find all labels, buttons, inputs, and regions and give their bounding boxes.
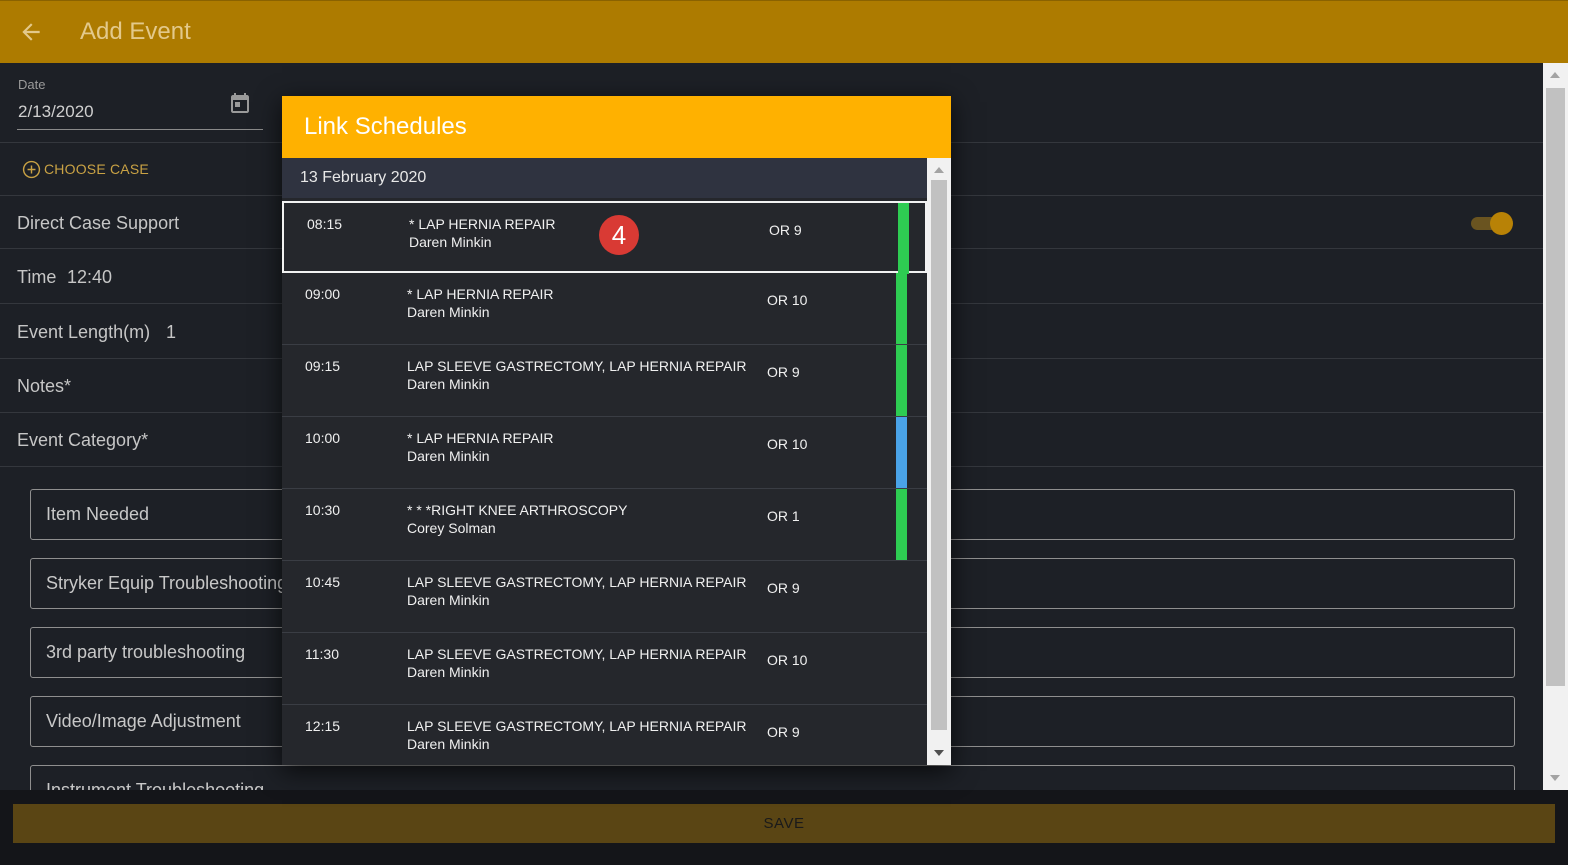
page-title: Add Event (80, 18, 191, 45)
event-category-label: Event Category* (17, 430, 149, 450)
category-label: Item Needed (46, 504, 150, 524)
scroll-down-arrow-icon[interactable] (934, 750, 944, 756)
schedule-doctor: Daren Minkin (407, 448, 490, 464)
schedule-time: 11:30 (305, 646, 339, 662)
schedule-procedure: LAP SLEEVE GASTRECTOMY, LAP HERNIA REPAI… (407, 646, 747, 662)
status-indicator (896, 273, 907, 344)
schedule-room: OR 10 (767, 292, 808, 308)
scroll-down-arrow-icon[interactable] (1550, 775, 1560, 781)
schedule-time: 09:15 (305, 358, 341, 374)
schedule-procedure: * LAP HERNIA REPAIR (409, 216, 556, 232)
schedule-time: 10:45 (305, 574, 341, 590)
schedule-procedure: LAP SLEEVE GASTRECTOMY, LAP HERNIA REPAI… (407, 718, 747, 734)
date-field[interactable]: 2/13/2020 (18, 102, 94, 122)
date-underline (17, 129, 263, 130)
category-label: Instrument Troubleshooting (46, 780, 265, 790)
notes-field[interactable]: Notes* (17, 376, 71, 397)
schedule-doctor: Daren Minkin (407, 664, 490, 680)
status-indicator (896, 489, 907, 560)
date-label: Date (18, 77, 46, 92)
schedule-row[interactable]: 11:30 LAP SLEEVE GASTRECTOMY, LAP HERNIA… (282, 633, 927, 705)
category-label: Video/Image Adjustment (46, 711, 241, 731)
time-value[interactable]: 12:40 (67, 267, 112, 288)
direct-case-support-label: Direct Case Support (17, 213, 180, 233)
choose-case-label: CHOOSE CASE (44, 161, 149, 177)
save-button[interactable]: SAVE (13, 804, 1555, 843)
app-bar: Add Event (0, 0, 1582, 63)
arrow-left-icon[interactable] (18, 19, 44, 45)
schedule-room: OR 9 (767, 724, 800, 740)
save-label: SAVE (763, 815, 805, 832)
schedule-time: 10:00 (305, 430, 341, 446)
event-length-value[interactable]: 1 (166, 322, 176, 343)
schedule-list: 13 February 2020 08:15 * LAP HERNIA REPA… (282, 158, 927, 765)
choose-case-button[interactable]: CHOOSE CASE (22, 159, 149, 179)
direct-case-support-toggle[interactable] (1471, 212, 1513, 235)
calendar-icon[interactable] (228, 91, 252, 115)
schedule-procedure: * LAP HERNIA REPAIR (407, 286, 554, 302)
schedule-time: 08:15 (307, 216, 343, 232)
schedule-room: OR 9 (769, 222, 802, 238)
scroll-up-arrow-icon[interactable] (934, 167, 944, 173)
schedule-row[interactable]: 10:45 LAP SLEEVE GASTRECTOMY, LAP HERNIA… (282, 561, 927, 633)
scroll-up-arrow-icon[interactable] (1550, 72, 1560, 78)
category-instrument[interactable]: Instrument Troubleshooting (30, 765, 1515, 790)
schedule-row[interactable]: 08:15 * LAP HERNIA REPAIR Daren Minkin O… (282, 201, 927, 274)
add-circle-icon (22, 160, 41, 178)
schedule-doctor: Daren Minkin (407, 736, 490, 752)
status-indicator (898, 203, 909, 274)
page-scrollbar[interactable] (1543, 63, 1568, 790)
schedule-procedure: LAP SLEEVE GASTRECTOMY, LAP HERNIA REPAI… (407, 574, 747, 590)
schedule-doctor: Daren Minkin (409, 234, 492, 250)
schedule-date: 13 February 2020 (300, 169, 427, 186)
schedule-row[interactable]: 09:00 * LAP HERNIA REPAIR Daren Minkin O… (282, 273, 927, 345)
toggle-thumb (1490, 212, 1513, 235)
schedule-room: OR 10 (767, 436, 808, 452)
scroll-thumb[interactable] (931, 180, 947, 730)
status-indicator (896, 417, 907, 488)
schedule-room: OR 1 (767, 508, 800, 524)
category-label: Stryker Equip Troubleshooting (46, 573, 288, 593)
event-length-label: Event Length(m) (17, 322, 151, 342)
schedule-procedure: * LAP HERNIA REPAIR (407, 430, 554, 446)
dialog-title: Link Schedules (304, 113, 467, 140)
schedule-doctor: Daren Minkin (407, 592, 490, 608)
schedule-room: OR 9 (767, 580, 800, 596)
dialog-scrollbar[interactable] (927, 158, 951, 765)
dialog-header: Link Schedules (282, 96, 951, 158)
bottom-bar: SAVE (0, 790, 1568, 865)
schedule-procedure: LAP SLEEVE GASTRECTOMY, LAP HERNIA REPAI… (407, 358, 747, 374)
step-badge: 4 (599, 215, 639, 255)
schedule-doctor: Corey Solman (407, 520, 496, 536)
schedule-row[interactable]: 12:15 LAP SLEEVE GASTRECTOMY, LAP HERNIA… (282, 705, 927, 765)
schedule-row[interactable]: 10:30 * * *RIGHT KNEE ARTHROSCOPY Corey … (282, 489, 927, 561)
link-schedules-dialog: Link Schedules 13 February 2020 08:15 * … (282, 96, 951, 765)
status-indicator (896, 345, 907, 416)
category-label: 3rd party troubleshooting (46, 642, 246, 662)
schedule-time: 09:00 (305, 286, 341, 302)
window-edge (1568, 0, 1582, 865)
schedule-room: OR 10 (767, 652, 808, 668)
schedule-procedure: * * *RIGHT KNEE ARTHROSCOPY (407, 502, 628, 518)
schedule-time: 10:30 (305, 502, 341, 518)
schedule-room: OR 9 (767, 364, 800, 380)
schedule-date-header: 13 February 2020 (282, 158, 927, 198)
schedule-time: 12:15 (305, 718, 341, 734)
scroll-thumb[interactable] (1546, 88, 1565, 686)
schedule-doctor: Daren Minkin (407, 304, 490, 320)
schedule-row[interactable]: 10:00 * LAP HERNIA REPAIR Daren Minkin O… (282, 417, 927, 489)
time-label: Time (17, 267, 57, 287)
schedule-row[interactable]: 09:15 LAP SLEEVE GASTRECTOMY, LAP HERNIA… (282, 345, 927, 417)
schedule-doctor: Daren Minkin (407, 376, 490, 392)
